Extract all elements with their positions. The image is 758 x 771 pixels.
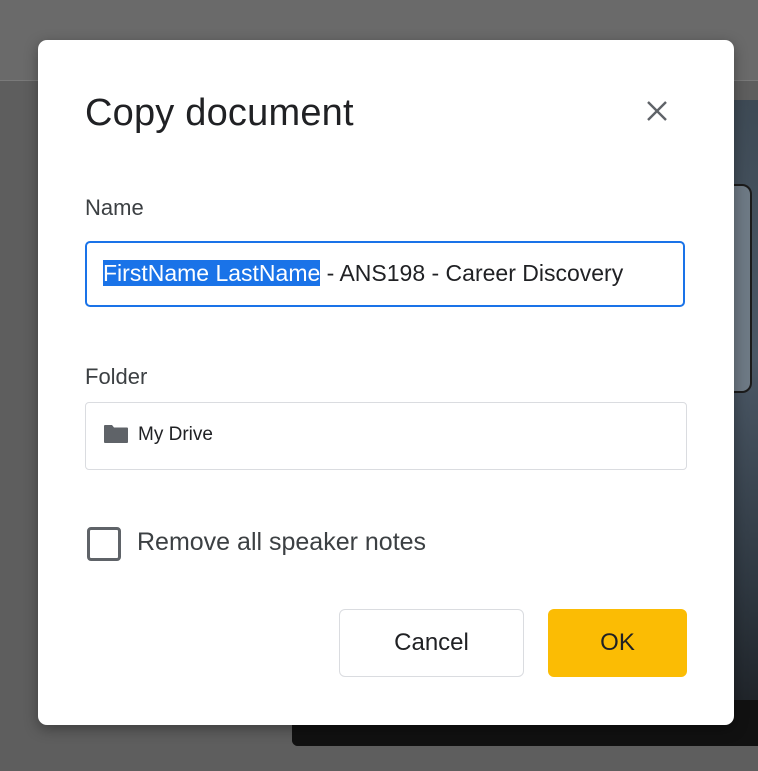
- remove-speaker-notes-label[interactable]: Remove all speaker notes: [137, 528, 426, 557]
- cancel-button[interactable]: Cancel: [339, 609, 524, 677]
- name-selected-text: FirstName LastName: [103, 260, 321, 286]
- name-rest-text: - ANS198 - Career Discovery: [320, 260, 624, 286]
- close-button[interactable]: [638, 92, 676, 130]
- ok-button[interactable]: OK: [548, 609, 687, 677]
- remove-speaker-notes-checkbox[interactable]: [87, 527, 121, 561]
- folder-icon: [104, 425, 128, 443]
- folder-picker[interactable]: My Drive: [85, 402, 687, 470]
- dialog-title: Copy document: [85, 92, 354, 134]
- name-label: Name: [85, 195, 144, 220]
- copy-document-dialog: Copy document Name FirstName LastName - …: [38, 40, 734, 725]
- name-input-value: FirstName LastName - ANS198 - Career Dis…: [103, 260, 623, 287]
- name-input[interactable]: FirstName LastName - ANS198 - Career Dis…: [85, 241, 685, 307]
- folder-value: My Drive: [138, 424, 213, 445]
- app-background: Copy document Name FirstName LastName - …: [0, 0, 758, 771]
- folder-label: Folder: [85, 364, 148, 389]
- close-icon: [647, 101, 667, 121]
